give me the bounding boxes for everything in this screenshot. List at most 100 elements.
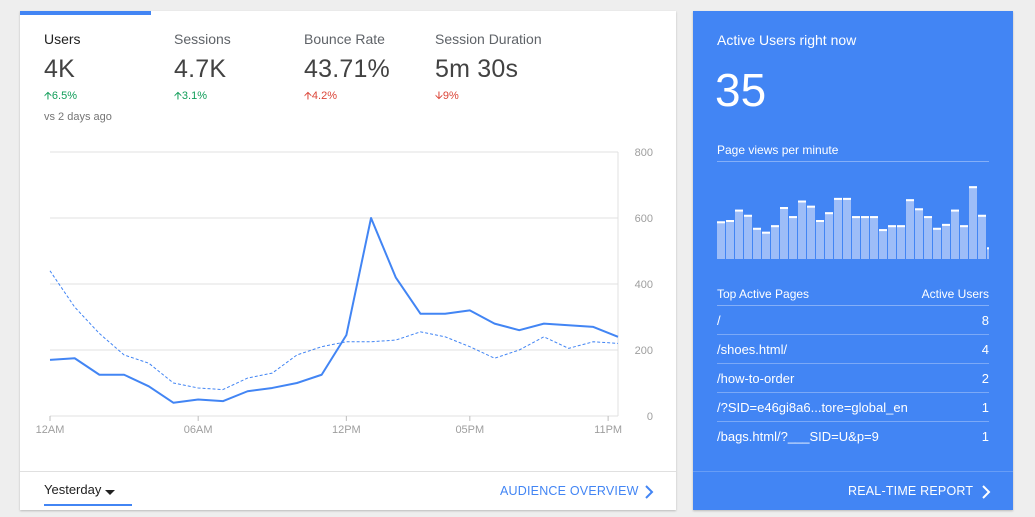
page-view-bar [834,197,842,259]
page-view-bar-cap [942,223,950,226]
page-view-bar [888,225,896,259]
page-view-bar [951,209,959,259]
x-tick-label: 12AM [36,424,65,436]
page-path: /shoes.html/ [717,342,788,357]
page-users: 8 [981,313,989,328]
page-view-bar-cap [780,207,788,209]
page-view-bar-cap [924,216,932,219]
page-view-bar [798,200,806,259]
page-view-bar [870,216,878,259]
page-views-bar-chart [717,186,989,259]
active-pages-header: Top Active Pages Active Users [717,287,989,301]
audience-overview-link[interactable]: AUDIENCE OVERVIEW [500,484,639,498]
page-view-bar [816,220,824,259]
page-view-bar [915,208,923,259]
page-view-bar-cap [870,216,878,219]
page-view-bar [726,220,734,259]
comparison-series-line [49,270,619,391]
page-view-bar [807,205,815,259]
page-users: 1 [981,429,989,444]
x-tick-label: 05PM [455,424,484,436]
page-view-bar-cap [816,220,824,222]
active-page-row[interactable]: /bags.html/?___SID=U&p=9 1 [717,422,989,451]
page-view-bar-cap [987,247,989,250]
page-view-bar-cap [852,216,860,219]
column-header-users: Active Users [921,287,989,301]
page-view-bar-cap [798,200,806,203]
page-view-bar-cap [978,214,986,217]
chevron-right-icon[interactable] [980,485,992,499]
page-view-bar-cap [861,216,869,219]
page-view-bar-cap [825,212,833,215]
page-path: /?SID=e46gi8a6...tore=global_en [717,400,908,415]
page-view-bar-cap [744,214,752,217]
active-page-row[interactable]: /?SID=e46gi8a6...tore=global_en 1 [717,393,989,422]
realtime-title: Active Users right now [717,32,857,48]
y-tick-label: 0 [647,411,653,423]
current-series-line [49,217,619,404]
active-page-row[interactable]: /how-to-order 2 [717,364,989,393]
page-view-bar-cap [879,229,887,232]
page-view-bar [852,216,860,259]
active-page-row[interactable]: /shoes.html/ 4 [717,335,989,364]
page-view-bar [789,216,797,259]
page-view-bar-cap [807,205,815,208]
page-views-subtitle: Page views per minute [717,143,839,157]
page-view-bar-cap [951,209,959,212]
page-view-bar-cap [915,208,923,211]
page-users: 1 [981,400,989,415]
page-view-bar [771,225,779,259]
page-view-bar-cap [897,225,905,228]
page-view-bar-cap [960,225,968,228]
page-view-bar-cap [834,197,842,200]
page-view-bar-cap [843,197,851,200]
date-range-dropdown[interactable]: Yesterday [44,482,132,506]
page-view-bar [753,227,761,259]
page-view-bar-cap [933,227,941,230]
date-range-value: Yesterday [44,482,102,497]
audience-overview-card: Users 4K 🡩6.5% vs 2 days ago Sessions 4.… [20,11,676,510]
page-view-bar-cap [771,225,779,228]
page-view-bar-cap [888,225,896,228]
footer-divider [20,471,676,472]
page-view-bar [978,214,986,259]
page-path: /how-to-order [717,371,795,386]
subtitle-divider [717,161,989,162]
page-view-bar [843,197,851,259]
active-page-row[interactable]: / 8 [717,306,989,335]
active-users-count: 35 [715,64,767,116]
page-view-bar [762,231,770,259]
page-view-bar [879,229,887,259]
caret-down-icon [105,490,115,495]
page-view-bar [924,216,932,259]
page-view-bar [717,221,725,259]
users-line-chart: 800 600 400 200 0 12AM 06AM 12PM 05PM 11PM [36,147,653,436]
y-tick-label: 600 [635,213,653,225]
column-header-pages: Top Active Pages [717,287,810,301]
page-view-bar [825,212,833,259]
page-path: / [717,313,721,328]
page-view-bar-cap [726,220,734,222]
page-view-bar [735,209,743,259]
chevron-right-icon[interactable] [643,485,655,499]
page-view-bar-cap [969,186,977,189]
page-view-bar [744,214,752,259]
realtime-report-link[interactable]: REAL-TIME REPORT [848,484,973,498]
page-view-bar-cap [906,199,914,202]
page-users: 2 [981,371,989,386]
page-path: /bags.html/?___SID=U&p=9 [717,429,879,444]
page-view-bar [933,227,941,259]
x-tick-label: 06AM [184,424,213,436]
page-view-bar [960,225,968,259]
y-tick-label: 200 [635,345,653,357]
page-view-bar-cap [735,209,743,212]
page-view-bar [942,223,950,259]
page-view-bar [861,216,869,259]
page-view-bar [969,186,977,259]
y-tick-label: 400 [635,279,653,291]
realtime-card: Active Users right now 35 Page views per… [693,11,1013,510]
page-view-bar [906,199,914,259]
page-view-bar [780,207,788,259]
page-view-bar-cap [762,231,770,234]
y-tick-label: 800 [635,147,653,159]
